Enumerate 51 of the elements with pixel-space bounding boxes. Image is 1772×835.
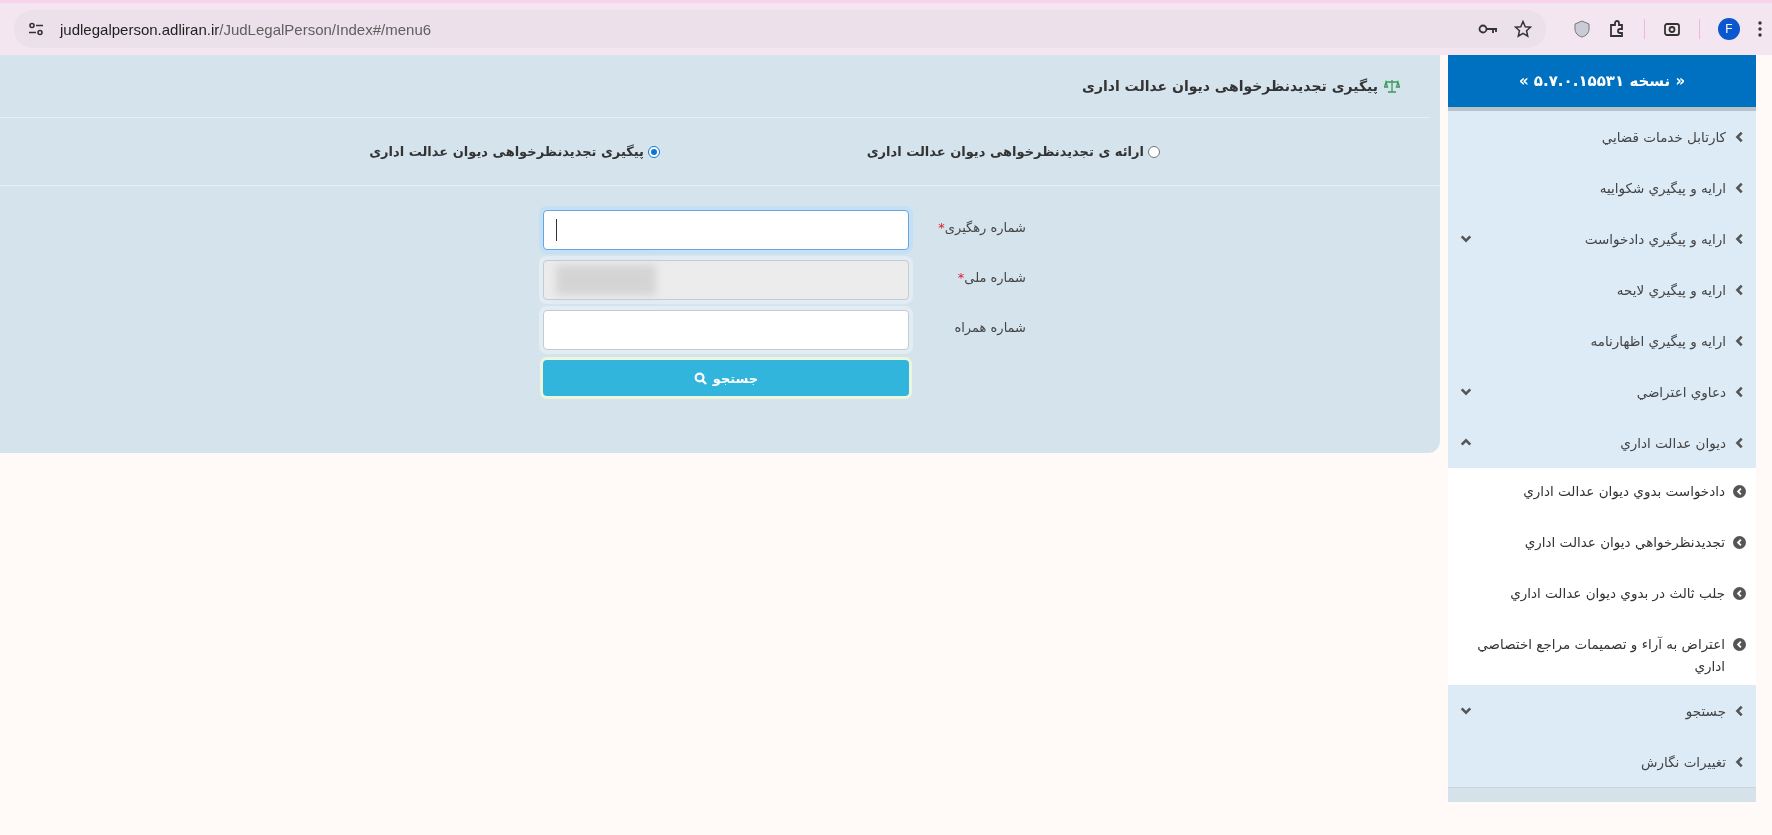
shield-icon[interactable] [1574,20,1590,38]
profile-avatar[interactable]: F [1718,18,1740,40]
chevron-icon [1734,755,1746,768]
sidebar-item[interactable]: جستجو [1448,685,1756,736]
sidebar-item[interactable]: ارايه و پيگيري اظهارنامه [1448,315,1756,366]
chevron-icon [1734,704,1746,717]
radio-option[interactable]: پیگیری تجدیدنظرخواهی دیوان عدالت اداری [160,144,660,159]
version-header: « نسخه ۵.۷.۰.۱۵۵۳۱ » [1448,55,1756,111]
chevron-up-icon [1460,436,1472,448]
search-icon [693,371,707,385]
chevron-icon [1734,130,1746,143]
page-title: پیگیری تجدیدنظرخواهی دیوان عدالت اداری [1082,78,1378,94]
chevron-icon [1734,232,1746,245]
circle-chevron-icon [1733,587,1746,600]
site-settings-icon[interactable] [28,22,44,36]
address-bar[interactable]: judlegalperson.adliran.ir/JudLegalPerson/Index#/menu6 [14,10,1546,48]
submenu-item[interactable]: دادخواست بدوي ديوان عدالت اداري [1448,468,1756,519]
submenu-item[interactable]: تجديدنظرخواهي ديوان عدالت اداري [1448,519,1756,570]
submenu-item[interactable]: اعتراض به آراء و تصميمات مراجع اختصاصي اداري [1448,621,1756,685]
puzzle-icon[interactable] [1608,20,1626,38]
chevron-icon [1734,436,1746,449]
sidebar-item[interactable]: تغييرات نگارش [1448,736,1756,787]
field-label: شماره رهگیری* [937,219,1026,235]
sidebar-item[interactable]: کارتابل خدمات قضايي [1448,111,1756,162]
chevron-down-icon [1460,704,1472,716]
field-label: شماره همراه [953,319,1026,335]
circle-chevron-icon [1733,485,1746,498]
radio-option[interactable]: ارائه ی تجدیدنظرخواهی دیوان عدالت اداری [660,144,1160,159]
chevron-down-icon [1460,385,1472,397]
radio-button[interactable] [1148,145,1160,158]
url-text: judlegalperson.adliran.ir/JudLegalPerson/Index#/menu6 [60,20,432,38]
sidebar-item[interactable]: ارايه و پيگيري دادخواست [1448,213,1756,264]
field-label: شماره ملی* [956,269,1026,285]
chevron-icon [1734,385,1746,398]
star-icon[interactable] [1514,20,1532,38]
sidebar-item[interactable]: ديوان عدالت اداري [1448,417,1756,468]
key-icon[interactable] [1478,23,1498,35]
chevron-icon [1734,181,1746,194]
camera-icon[interactable] [1663,20,1681,38]
sidebar-item[interactable]: ارايه و پيگيري لايحه [1448,264,1756,315]
circle-chevron-icon [1733,638,1746,651]
sidebar-item[interactable]: ارايه و پيگيري شکواييه [1448,162,1756,213]
chevron-icon [1734,334,1746,347]
sidebar-item[interactable]: دعاوي اعتراضي [1448,366,1756,417]
circle-chevron-icon [1733,536,1746,549]
submenu-item[interactable]: جلب ثالث در بدوي ديوان عدالت اداري [1448,570,1756,621]
menu-icon[interactable] [1758,21,1762,37]
chevron-icon [1734,283,1746,296]
scales-icon [1384,79,1400,93]
radio-button[interactable] [648,145,660,158]
chevron-down-icon [1460,232,1472,244]
